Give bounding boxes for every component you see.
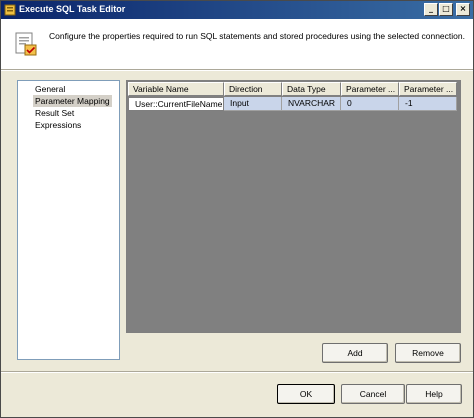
cell-parameter-name[interactable]: 0	[341, 97, 399, 111]
footer-divider	[1, 371, 473, 373]
column-header-parameter-size[interactable]: Parameter ...	[399, 82, 457, 96]
column-header-direction[interactable]: Direction	[224, 82, 282, 96]
window-title: Execute SQL Task Editor	[19, 4, 126, 14]
add-button[interactable]: Add	[322, 343, 388, 363]
sidebar-item-parameter-mapping[interactable]: Parameter Mapping	[33, 95, 112, 107]
column-header-variable-name[interactable]: Variable Name	[128, 82, 224, 96]
cancel-button[interactable]: Cancel	[341, 384, 405, 404]
minimize-button[interactable]: _	[424, 3, 438, 16]
maximize-button[interactable]: □	[439, 3, 453, 16]
header-panel: Configure the properties required to run…	[1, 19, 473, 69]
sidebar-item-expressions[interactable]: Expressions	[33, 119, 83, 131]
app-icon	[4, 4, 16, 16]
sidebar-item-result-set[interactable]: Result Set	[33, 107, 76, 119]
ok-button[interactable]: OK	[277, 384, 335, 404]
header-divider	[1, 69, 473, 71]
cell-direction[interactable]: Input	[224, 97, 282, 111]
parameter-mapping-grid[interactable]: Variable Name Direction Data Type Parame…	[126, 80, 461, 333]
column-header-parameter-name[interactable]: Parameter ...	[341, 82, 399, 96]
remove-button[interactable]: Remove	[395, 343, 461, 363]
sql-task-icon	[15, 32, 37, 56]
help-button[interactable]: Help	[406, 384, 462, 404]
cell-data-type[interactable]: NVARCHAR	[282, 97, 341, 111]
title-bar[interactable]: Execute SQL Task Editor _ □ ×	[1, 1, 473, 19]
cell-parameter-size[interactable]: -1	[399, 97, 457, 111]
cell-variable-name[interactable]: User::CurrentFileName	[128, 97, 224, 111]
header-description: Configure the properties required to run…	[49, 31, 465, 41]
column-header-data-type[interactable]: Data Type	[282, 82, 341, 96]
sidebar-nav: General Parameter Mapping Result Set Exp…	[17, 80, 120, 360]
execute-sql-task-editor-window: Execute SQL Task Editor _ □ × Configure …	[0, 0, 474, 418]
sidebar-item-general[interactable]: General	[33, 83, 67, 95]
close-button[interactable]: ×	[456, 3, 470, 16]
